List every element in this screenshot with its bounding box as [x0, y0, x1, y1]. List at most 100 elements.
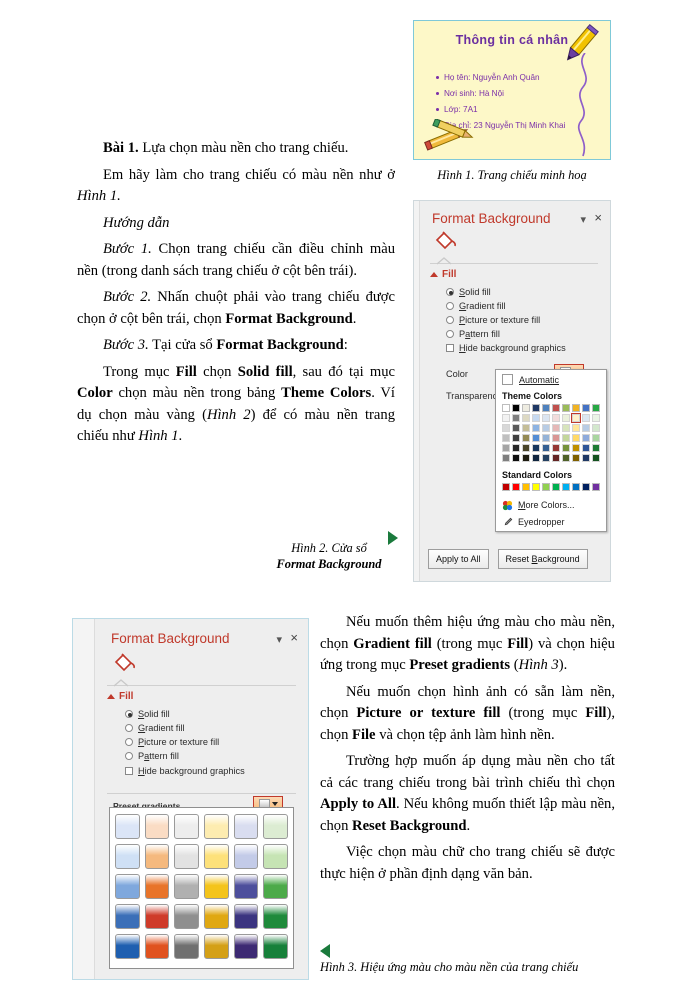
color-swatch[interactable] — [521, 482, 531, 492]
theme-colors-grid[interactable] — [496, 404, 606, 468]
radio-icon[interactable] — [125, 738, 133, 746]
color-swatch[interactable] — [502, 404, 511, 413]
color-swatch[interactable] — [531, 453, 541, 463]
color-swatch[interactable] — [511, 453, 521, 463]
gradient-swatch[interactable] — [144, 814, 170, 839]
gradient-swatch[interactable] — [144, 904, 170, 929]
color-swatch[interactable] — [551, 404, 561, 413]
color-swatch[interactable] — [571, 482, 581, 492]
chevron-down-icon[interactable]: ▾ — [276, 633, 282, 646]
color-swatch[interactable] — [571, 443, 581, 453]
gradient-swatch[interactable] — [174, 904, 199, 929]
reset-background-button[interactable]: Reset Background — [497, 549, 588, 569]
gradient-swatch[interactable] — [114, 934, 140, 959]
color-swatch[interactable] — [541, 404, 551, 413]
radio-icon[interactable] — [446, 316, 454, 324]
radio-picture-texture-fill[interactable]: Picture or texture fill — [446, 315, 566, 325]
color-swatch[interactable] — [511, 413, 521, 423]
color-swatch[interactable] — [591, 423, 600, 433]
gradient-row[interactable] — [114, 814, 289, 839]
color-swatch[interactable] — [581, 482, 590, 492]
gradient-row[interactable] — [114, 904, 289, 929]
menu-item-more-colors[interactable]: More Colors... — [496, 497, 606, 514]
color-swatch[interactable] — [502, 423, 511, 433]
color-swatch[interactable] — [551, 482, 561, 492]
color-swatch-row[interactable] — [502, 423, 600, 433]
color-swatch[interactable] — [551, 453, 561, 463]
gradient-swatch[interactable] — [204, 844, 229, 869]
gradient-row[interactable] — [114, 874, 289, 899]
color-swatch-row[interactable] — [502, 482, 600, 492]
color-swatch[interactable] — [511, 423, 521, 433]
color-swatch[interactable] — [502, 433, 511, 443]
gradient-swatch[interactable] — [233, 814, 259, 839]
checkbox-hide-background-graphics[interactable]: Hide background graphics — [446, 343, 566, 353]
gradient-swatch[interactable] — [233, 844, 259, 869]
standard-colors-grid[interactable] — [496, 482, 606, 497]
color-swatch[interactable] — [561, 482, 571, 492]
radio-gradient-fill[interactable]: Gradient fill — [125, 723, 245, 733]
color-swatch[interactable] — [551, 413, 561, 423]
color-swatch[interactable] — [581, 453, 590, 463]
section-label-fill[interactable]: Fill — [430, 269, 456, 280]
chevron-down-icon[interactable]: ▾ — [580, 213, 586, 226]
color-swatch[interactable] — [571, 453, 581, 463]
color-swatch-row[interactable] — [502, 433, 600, 443]
gradient-swatch[interactable] — [204, 874, 229, 899]
color-swatch[interactable] — [581, 423, 590, 433]
triangle-collapse-icon[interactable] — [107, 693, 115, 699]
color-swatch[interactable] — [531, 433, 541, 443]
color-swatch[interactable] — [581, 443, 590, 453]
color-swatch[interactable] — [521, 413, 531, 423]
color-swatch[interactable] — [511, 443, 521, 453]
gradient-swatch[interactable] — [233, 874, 259, 899]
apply-to-all-button[interactable]: Apply to All — [428, 549, 489, 569]
collapse-handle-icon[interactable] — [113, 679, 129, 687]
gradient-swatch[interactable] — [204, 934, 229, 959]
color-swatch[interactable] — [541, 453, 551, 463]
radio-icon[interactable] — [446, 302, 454, 310]
color-swatch[interactable] — [531, 482, 541, 492]
color-swatch[interactable] — [521, 453, 531, 463]
gradient-swatch[interactable] — [144, 934, 170, 959]
menu-item-eyedropper[interactable]: Eyedropper — [496, 514, 606, 531]
color-swatch[interactable] — [561, 413, 571, 423]
color-swatch[interactable] — [591, 453, 600, 463]
gradient-swatch[interactable] — [114, 814, 140, 839]
color-swatch[interactable] — [571, 423, 581, 433]
color-swatch[interactable] — [541, 482, 551, 492]
radio-picture-texture-fill[interactable]: Picture or texture fill — [125, 737, 245, 747]
gradient-swatch[interactable] — [204, 904, 229, 929]
radio-icon[interactable] — [125, 724, 133, 732]
color-swatch[interactable] — [502, 453, 511, 463]
collapse-handle-icon[interactable] — [436, 257, 452, 265]
color-swatch[interactable] — [531, 423, 541, 433]
color-swatch[interactable] — [511, 433, 521, 443]
radio-gradient-fill[interactable]: Gradient fill — [446, 301, 566, 311]
color-swatch[interactable] — [521, 433, 531, 443]
color-swatch[interactable] — [541, 423, 551, 433]
color-swatch-row[interactable] — [502, 404, 600, 413]
checkbox-icon[interactable] — [446, 344, 454, 352]
color-swatch[interactable] — [551, 423, 561, 433]
color-swatch[interactable] — [521, 443, 531, 453]
color-swatch[interactable] — [551, 433, 561, 443]
gradient-swatch[interactable] — [144, 874, 170, 899]
checkbox-hide-background-graphics[interactable]: Hide background graphics — [125, 766, 245, 776]
gradient-swatch[interactable] — [114, 904, 140, 929]
radio-solid-fill[interactable]: Solid fill — [125, 709, 245, 719]
checkbox-icon[interactable] — [125, 767, 133, 775]
color-swatch[interactable] — [581, 413, 590, 423]
gradient-swatch[interactable] — [174, 814, 199, 839]
color-swatch-row[interactable] — [502, 443, 600, 453]
color-swatch[interactable] — [570, 412, 582, 424]
color-swatch[interactable] — [531, 404, 541, 413]
radio-pattern-fill[interactable]: Pattern fill — [125, 751, 245, 761]
radio-solid-fill[interactable]: Solid fill — [446, 287, 566, 297]
preset-gradients-gallery[interactable] — [109, 807, 294, 969]
gradient-swatch[interactable] — [174, 874, 199, 899]
radio-icon[interactable] — [446, 288, 454, 296]
gradient-swatch[interactable] — [174, 934, 199, 959]
gradient-swatch[interactable] — [174, 844, 199, 869]
color-swatch[interactable] — [591, 413, 600, 423]
